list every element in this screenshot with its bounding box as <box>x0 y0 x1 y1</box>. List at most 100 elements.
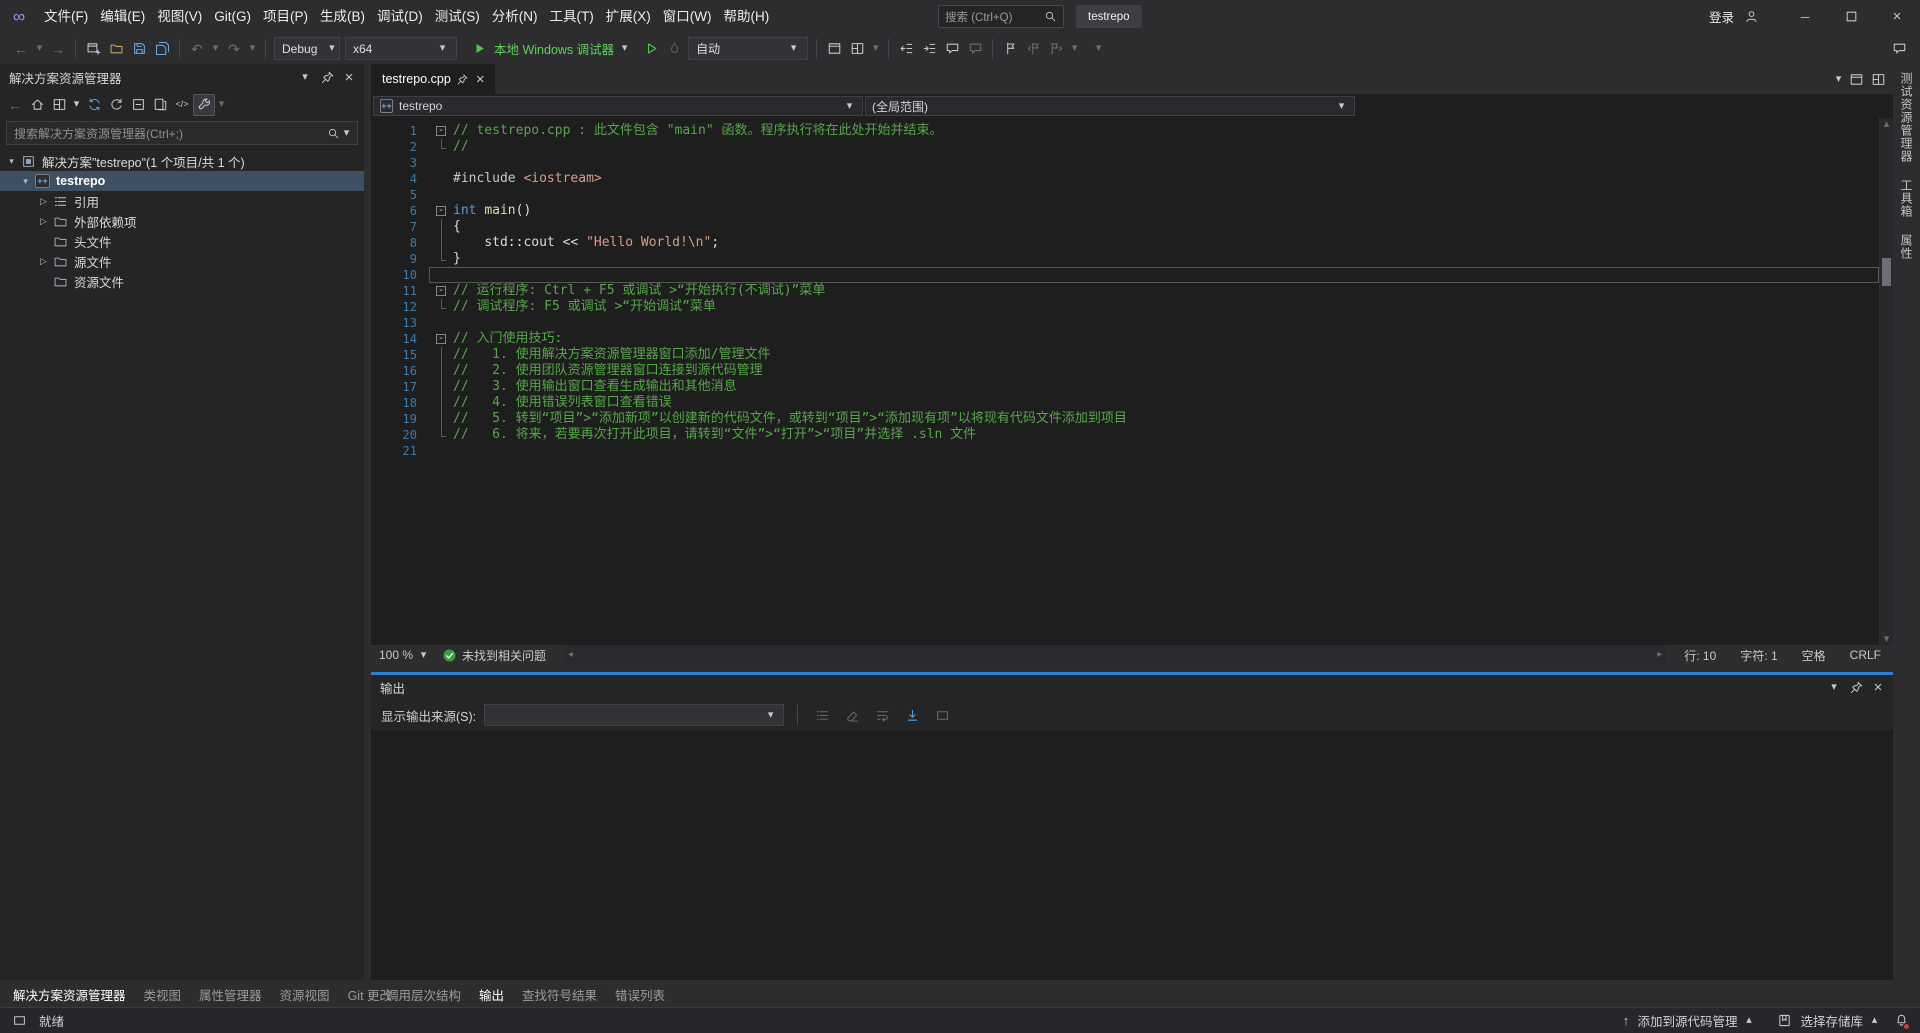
switch-views-dropdown-icon[interactable]: ▾ <box>70 94 83 116</box>
pin-icon[interactable] <box>1845 677 1867 699</box>
collapse-all-icon[interactable] <box>127 94 149 116</box>
fold-marker-icon[interactable]: - <box>429 331 453 347</box>
fold-marker-icon[interactable]: - <box>429 283 453 299</box>
code-line[interactable]: 20// 6. 将来，若要再次打开此项目，请转到“文件”>“打开”>“项目”并选… <box>371 427 1879 443</box>
code-line[interactable]: 5 <box>371 187 1879 203</box>
open-file-icon[interactable] <box>105 38 127 60</box>
minimize-button[interactable]: ─ <box>1782 0 1828 33</box>
more-options-icon[interactable] <box>1867 68 1889 90</box>
collapse-box-icon[interactable]: - <box>436 334 446 344</box>
solution-root-node[interactable]: ▾ 解决方案"testrepo"(1 个项目/共 1 个) <box>0 151 364 171</box>
code-line[interactable]: 11-// 运行程序: Ctrl + F5 或调试 >“开始执行(不调试)”菜单 <box>371 283 1879 299</box>
autoscroll-icon[interactable] <box>901 704 923 726</box>
code-line[interactable]: 15// 1. 使用解决方案资源管理器窗口添加/管理文件 <box>371 347 1879 363</box>
tree-expander-icon[interactable]: ▷ <box>36 216 51 227</box>
eol-indicator[interactable]: CRLF <box>1838 648 1893 662</box>
show-all-files-icon[interactable] <box>149 94 171 116</box>
autohide-tab-1[interactable]: 工具箱 <box>1898 179 1915 218</box>
previous-bookmark-icon[interactable] <box>1022 38 1044 60</box>
document-list-icon[interactable]: ▾ <box>1832 68 1845 90</box>
window-position-icon[interactable]: ▾ <box>1823 677 1845 699</box>
maximize-button[interactable] <box>1828 0 1874 33</box>
tree-item-4[interactable]: ▷源文件 <box>0 251 364 271</box>
code-line[interactable]: 19// 5. 转到“项目”>“添加新项”以创建新的代码文件，或转到“项目”>“… <box>371 411 1879 427</box>
output-source-dropdown[interactable]: ▾ <box>484 704 784 726</box>
tab-testrepo-cpp[interactable]: testrepo.cpp × <box>371 64 495 94</box>
scroll-up-icon[interactable]: ▴ <box>1880 118 1893 130</box>
horizontal-scrollbar[interactable]: ◂ ▸ <box>564 645 1666 665</box>
save-icon[interactable] <box>128 38 150 60</box>
menu-item-0[interactable]: 文件(F) <box>38 0 94 33</box>
redo-icon[interactable]: ↷ <box>223 38 245 60</box>
close-icon[interactable]: × <box>1867 677 1889 699</box>
scroll-left-icon[interactable]: ◂ <box>564 644 577 666</box>
navigate-back-icon[interactable]: ← <box>10 38 32 60</box>
home-icon[interactable] <box>26 94 48 116</box>
feedback-icon[interactable] <box>1888 38 1910 60</box>
code-line[interactable]: 17// 3. 使用输出窗口查看生成输出和其他消息 <box>371 379 1879 395</box>
window-position-icon[interactable]: ▾ <box>294 67 316 89</box>
split-window-icon[interactable] <box>1845 68 1867 90</box>
window-layout-icon[interactable] <box>846 38 868 60</box>
undo-dropdown-icon[interactable]: ▾ <box>209 38 222 60</box>
menu-item-7[interactable]: 测试(S) <box>429 0 486 33</box>
bottom-tab-2[interactable]: 查找符号结果 <box>513 980 606 1004</box>
open-log-icon[interactable] <box>931 704 953 726</box>
hot-reload-icon[interactable] <box>663 38 685 60</box>
navigate-forward-icon[interactable]: → <box>47 38 69 60</box>
undo-icon[interactable]: ↶ <box>186 38 208 60</box>
start-without-debugging-icon[interactable] <box>640 38 662 60</box>
scrollbar-thumb[interactable] <box>1882 258 1891 286</box>
fold-marker-icon[interactable]: - <box>429 123 453 139</box>
menu-item-6[interactable]: 调试(D) <box>371 0 429 33</box>
refresh-icon[interactable] <box>105 94 127 116</box>
solution-search-input[interactable]: 搜索解决方案资源管理器(Ctrl+;) ▾ <box>6 121 358 145</box>
close-icon[interactable]: × <box>474 68 487 90</box>
uncomment-icon[interactable] <box>964 38 986 60</box>
code-line[interactable]: 4#include <iostream> <box>371 171 1879 187</box>
fold-marker-icon[interactable]: - <box>429 203 453 219</box>
window-layout-dropdown-icon[interactable]: ▾ <box>869 38 882 60</box>
new-project-icon[interactable] <box>82 38 104 60</box>
code-line[interactable]: 9} <box>371 251 1879 267</box>
pin-icon[interactable] <box>456 68 469 90</box>
save-all-icon[interactable] <box>151 38 173 60</box>
pin-icon[interactable] <box>316 67 338 89</box>
indent-decrease-icon[interactable] <box>895 38 917 60</box>
toolbar-overflow-icon[interactable]: ▾ <box>1068 38 1081 60</box>
output-content[interactable] <box>371 730 1893 980</box>
clear-all-icon[interactable] <box>841 704 863 726</box>
code-line[interactable]: 18// 4. 使用错误列表窗口查看错误 <box>371 395 1879 411</box>
tree-expander-icon[interactable]: ▾ <box>4 156 19 167</box>
vertical-scrollbar[interactable]: ▴ ▾ <box>1879 118 1893 645</box>
vs-logo-icon[interactable]: ∞ <box>0 6 38 28</box>
tree-item-1[interactable]: ▷引用 <box>0 191 364 211</box>
code-line[interactable]: 12// 调试程序: F5 或调试 >“开始调试”菜单 <box>371 299 1879 315</box>
zoom-dropdown[interactable]: 100 % ▾ <box>371 644 438 666</box>
code-line[interactable]: 3 <box>371 155 1879 171</box>
scroll-down-icon[interactable]: ▾ <box>1880 633 1893 645</box>
code-line[interactable]: 7{ <box>371 219 1879 235</box>
breadcrumb-scope-dropdown[interactable]: (全局范围) ▾ <box>865 96 1355 116</box>
add-to-source-control-button[interactable]: ↑ 添加到源代码管理 ▴ <box>1610 1010 1764 1032</box>
collapse-box-icon[interactable]: - <box>436 206 446 216</box>
code-editor[interactable]: 1-// testrepo.cpp : 此文件包含 "main" 函数。程序执行… <box>371 118 1879 645</box>
notifications-button[interactable] <box>1890 1010 1912 1032</box>
bookmark-icon[interactable] <box>999 38 1021 60</box>
close-icon[interactable]: × <box>338 67 360 89</box>
properties-icon[interactable] <box>193 94 215 116</box>
autohide-tab-2[interactable]: 属性 <box>1898 234 1915 260</box>
bottom-tab-0[interactable]: 调用层次结构 <box>377 980 470 1004</box>
scroll-right-icon[interactable]: ▸ <box>1653 644 1666 666</box>
configuration-dropdown[interactable]: Debug ▾ <box>274 37 340 60</box>
tree-item-3[interactable]: 头文件 <box>0 231 364 251</box>
sync-document-icon[interactable] <box>823 38 845 60</box>
menu-item-12[interactable]: 帮助(H) <box>717 0 775 33</box>
auto-target-dropdown[interactable]: 自动 ▾ <box>688 37 808 60</box>
search-options-icon[interactable]: ▾ <box>340 122 353 144</box>
menu-item-5[interactable]: 生成(B) <box>314 0 371 33</box>
se-back-icon[interactable]: ← <box>4 94 26 116</box>
menu-item-2[interactable]: 视图(V) <box>151 0 208 33</box>
redo-dropdown-icon[interactable]: ▾ <box>246 38 259 60</box>
panel-tab-0[interactable]: 解决方案资源管理器 <box>4 980 135 1004</box>
